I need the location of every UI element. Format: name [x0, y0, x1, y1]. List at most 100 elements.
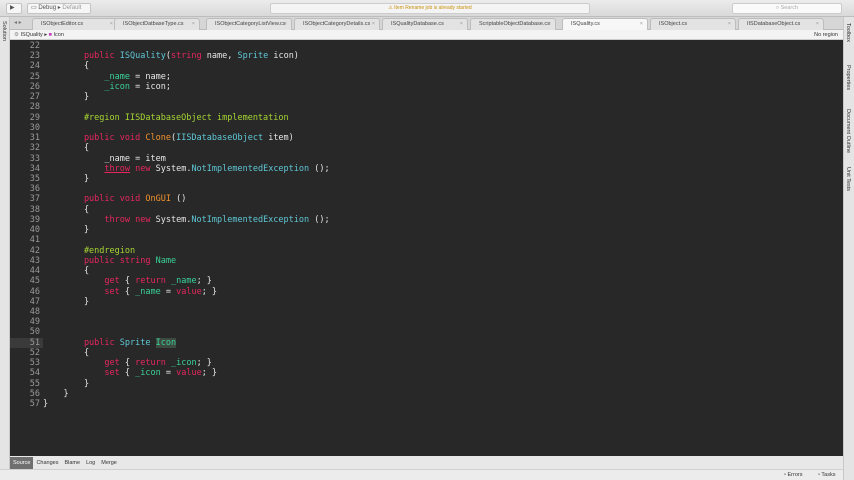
run-button[interactable]: ▶	[6, 3, 22, 14]
tab-isqualitydatabase-cs[interactable]: ISQualityDatabase.cs ×	[382, 18, 468, 30]
view-tab-blame[interactable]: Blame	[61, 457, 83, 469]
tasks-button[interactable]: ▫ Tasks	[818, 470, 835, 480]
code-line[interactable]: 48	[10, 307, 843, 317]
code-line[interactable]: 54 set { _icon = value; }	[10, 368, 843, 378]
code-line[interactable]: 29 #region IISDatabaseObject implementat…	[10, 113, 843, 123]
search-input[interactable]: ⌕ Search	[732, 3, 842, 14]
code-line[interactable]: 47 }	[10, 297, 843, 307]
line-number: 26	[29, 81, 40, 92]
code-line[interactable]: 28	[10, 102, 843, 112]
close-tab-icon[interactable]: ×	[110, 19, 113, 30]
view-tab-source[interactable]: Source	[10, 457, 34, 469]
code-token: {	[43, 347, 90, 358]
toolbox-pad-tab[interactable]: Toolbox	[845, 23, 851, 42]
status-bar: ▫ Errors ▫ Tasks	[0, 469, 843, 480]
code-editor[interactable]: 22 23 public ISQuality(string name, Sprit…	[10, 40, 843, 456]
device-icon: ▭	[31, 5, 37, 11]
document-outline-pad-tab[interactable]: Document Outline	[845, 109, 851, 153]
code-line[interactable]: 38 {	[10, 205, 843, 215]
solution-pad-tab[interactable]: Solution	[1, 21, 7, 41]
view-tab-log[interactable]: Log	[83, 457, 98, 469]
code-line[interactable]: 44 {	[10, 266, 843, 276]
code-line[interactable]: 49	[10, 317, 843, 327]
code-token: }	[43, 225, 90, 236]
unit-tests-pad-tab[interactable]: Unit Tests	[845, 167, 851, 191]
code-token: ()	[170, 194, 187, 205]
code-line[interactable]: 56 }	[10, 389, 843, 399]
close-tab-icon[interactable]: ×	[460, 19, 463, 30]
line-number: 38	[29, 204, 40, 215]
code-text: }	[43, 92, 89, 102]
code-line[interactable]: 43 public string Name	[10, 256, 843, 266]
code-token: System.	[155, 163, 192, 174]
code-line[interactable]: 30	[10, 123, 843, 133]
code-line[interactable]: 35 }	[10, 174, 843, 184]
code-line[interactable]: 31 public void Clone(IISDatabaseObject i…	[10, 133, 843, 143]
view-tab-changes[interactable]: Changes	[33, 457, 61, 469]
code-line[interactable]: 40 }	[10, 225, 843, 235]
code-line[interactable]: 34 throw new System.NotImplementedExcept…	[10, 164, 843, 174]
code-line[interactable]: 42 #endregion	[10, 246, 843, 256]
code-token: Name	[155, 255, 177, 266]
code-token: set	[43, 286, 125, 297]
close-tab-icon[interactable]: ×	[284, 19, 287, 30]
breadcrumb-class[interactable]: ISQuality	[20, 32, 42, 38]
code-line[interactable]: 32 {	[10, 143, 843, 153]
code-line[interactable]: 36	[10, 184, 843, 194]
code-line[interactable]: 22	[10, 41, 843, 51]
view-tab-merge[interactable]: Merge	[98, 457, 120, 469]
line-number: 48	[29, 306, 40, 317]
code-token: {	[43, 266, 90, 277]
close-tab-icon[interactable]: ×	[372, 19, 375, 30]
code-line[interactable]: 37 public void OnGUI ()	[10, 194, 843, 204]
code-token: _icon	[43, 81, 130, 92]
line-number: 28	[29, 102, 40, 113]
code-line[interactable]: 52 {	[10, 348, 843, 358]
code-token: }	[43, 92, 90, 103]
code-token: ; }	[201, 286, 218, 297]
code-line[interactable]: 39 throw new System.NotImplementedExcept…	[10, 215, 843, 225]
code-line[interactable]: 53 get { return _icon; }	[10, 358, 843, 368]
close-tab-icon[interactable]: ×	[640, 19, 643, 30]
code-line[interactable]: 25 _name = name;	[10, 72, 843, 82]
code-line[interactable]: 55 }	[10, 379, 843, 389]
code-token: Sprite	[119, 337, 156, 348]
code-token: string	[170, 51, 202, 62]
code-line[interactable]: 46 set { _name = value; }	[10, 287, 843, 297]
close-tab-icon[interactable]: ×	[816, 19, 819, 30]
tab-isobjectcategorylistview-cs[interactable]: ISObjectCategoryListView.cs ×	[206, 18, 292, 30]
configuration-selector[interactable]: ▭ Debug ▸ Default	[27, 3, 91, 14]
code-token: public	[43, 51, 120, 62]
tab-nav-arrows-icon[interactable]: ◂ ▸	[14, 19, 22, 26]
close-tab-icon[interactable]: ×	[728, 19, 731, 30]
code-line[interactable]: 33 _name = item	[10, 154, 843, 164]
tab-isobject-cs[interactable]: ISObject.cs ×	[650, 18, 736, 30]
code-text: {	[43, 348, 89, 358]
code-line[interactable]: 50	[10, 327, 843, 337]
tab-isobjecteditor-cs[interactable]: ISObjectEditor.cs ×	[32, 18, 118, 30]
code-line[interactable]: 23 public ISQuality(string name, Sprite …	[10, 51, 843, 61]
code-line[interactable]: 24 {	[10, 61, 843, 71]
tab-iisdatabaseobject-cs[interactable]: IISDatabaseObject.cs ×	[738, 18, 824, 30]
line-number: 24	[29, 61, 40, 72]
tab-isobjectcategorydetails-cs[interactable]: ISObjectCategoryDetails.cs ×	[294, 18, 380, 30]
code-token: _name	[135, 286, 161, 297]
code-line[interactable]: 51 public Sprite Icon	[10, 337, 843, 348]
line-number: 54	[29, 368, 40, 379]
properties-pad-tab[interactable]: Properties	[845, 65, 851, 90]
code-line[interactable]: 57}	[10, 399, 843, 409]
code-line[interactable]: 27 }	[10, 92, 843, 102]
close-tab-icon[interactable]: ×	[192, 19, 195, 30]
code-line[interactable]: 26 _icon = icon;	[10, 82, 843, 92]
tab-isquality-cs[interactable]: ISQuality.cs ×	[562, 18, 648, 30]
errors-button[interactable]: ▫ Errors	[784, 470, 802, 480]
tab-scriptableobjectdatabase-cs[interactable]: ScriptableObjectDatabase.cs ×	[470, 18, 556, 30]
tab-isobjectdatbasetype-cs[interactable]: ISObjectDatbaseType.cs ×	[114, 18, 200, 30]
code-line[interactable]: 45 get { return _name; }	[10, 276, 843, 286]
code-line[interactable]: 41	[10, 235, 843, 245]
breadcrumb-region[interactable]: No region	[814, 30, 838, 40]
close-tab-icon[interactable]: ×	[548, 19, 551, 30]
breadcrumb-member[interactable]: Icon	[53, 32, 63, 38]
code-token: }	[43, 173, 90, 184]
